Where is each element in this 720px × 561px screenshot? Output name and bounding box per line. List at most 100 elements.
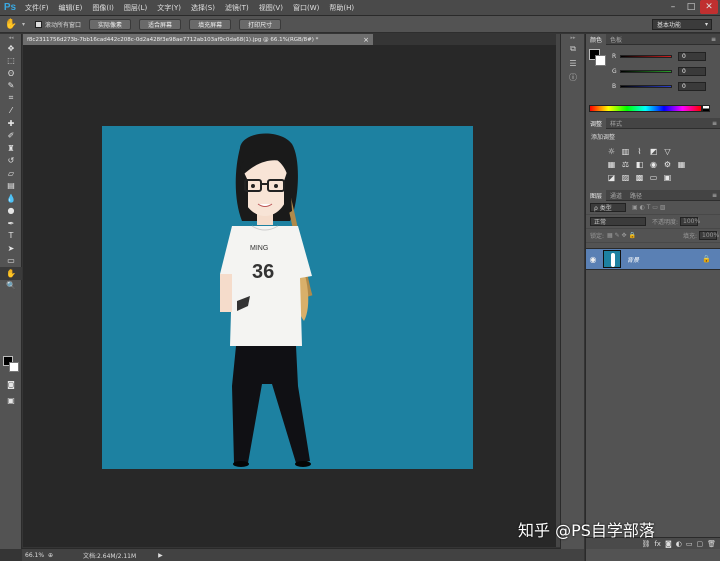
- status-menu-arrow[interactable]: ▶: [158, 552, 163, 559]
- tab-styles[interactable]: 样式: [606, 118, 626, 129]
- document-tab[interactable]: f8c2311756d273b-7bb16cad442c208c-0d2a428…: [23, 34, 373, 45]
- eraser-tool-icon[interactable]: ▱: [0, 167, 22, 180]
- selective-color-icon[interactable]: ▣: [662, 172, 673, 183]
- tab-color[interactable]: 颜色: [586, 33, 607, 45]
- fill-screen-button[interactable]: 填充屏幕: [189, 18, 232, 30]
- healing-brush-tool-icon[interactable]: ✚: [0, 117, 22, 130]
- hand-tool-icon[interactable]: ✋: [0, 19, 22, 30]
- panel-menu-icon[interactable]: ≡: [711, 36, 720, 43]
- close-tab-icon[interactable]: ×: [363, 36, 369, 44]
- clone-stamp-tool-icon[interactable]: ♜: [0, 142, 22, 155]
- info-panel-icon[interactable]: ⓘ: [561, 70, 585, 84]
- color-panel-swatches[interactable]: [589, 49, 607, 67]
- document-canvas[interactable]: 36 MING: [102, 126, 473, 469]
- green-slider[interactable]: [620, 69, 672, 73]
- black-white-swatch[interactable]: [702, 105, 710, 112]
- posterize-icon[interactable]: ▨: [620, 172, 631, 183]
- eyedropper-tool-icon[interactable]: ⁄: [0, 105, 22, 118]
- pen-tool-icon[interactable]: ✒: [0, 217, 22, 230]
- delete-layer-icon[interactable]: 🗑: [707, 540, 716, 548]
- zoom-tool-icon[interactable]: 🔍: [0, 280, 22, 293]
- tool-preset-dropdown-icon[interactable]: ▾: [22, 21, 25, 28]
- invert-icon[interactable]: ◪: [606, 172, 617, 183]
- background-color-swatch[interactable]: [595, 55, 606, 66]
- menu-type[interactable]: 文字(Y): [152, 3, 186, 13]
- maximize-button[interactable]: □: [682, 0, 700, 14]
- tab-adjustments[interactable]: 调整: [586, 117, 607, 129]
- brightness-icon[interactable]: ☼: [606, 146, 617, 157]
- menu-help[interactable]: 帮助(H): [324, 3, 359, 13]
- fit-screen-button[interactable]: 适合屏幕: [139, 18, 182, 30]
- color-spectrum-bar[interactable]: [589, 105, 702, 112]
- workspace-select[interactable]: 基本功能 ▾: [652, 19, 712, 30]
- new-layer-icon[interactable]: ▢: [696, 540, 703, 548]
- background-color-swatch[interactable]: [9, 362, 19, 372]
- layer-row-background[interactable]: ◉ 背景 🔒: [586, 248, 720, 270]
- eye-icon[interactable]: ◉: [586, 255, 600, 264]
- vibrance-icon[interactable]: ▽: [662, 146, 673, 157]
- black-white-icon[interactable]: ◧: [634, 159, 645, 170]
- blue-slider[interactable]: [620, 84, 672, 88]
- photo-filter-icon[interactable]: ◉: [648, 159, 659, 170]
- gradient-tool-icon[interactable]: ▤: [0, 180, 22, 193]
- history-brush-tool-icon[interactable]: ↺: [0, 155, 22, 168]
- levels-icon[interactable]: ▥: [620, 146, 631, 157]
- panel-menu-icon[interactable]: ≡: [712, 120, 720, 127]
- type-tool-icon[interactable]: T: [0, 230, 22, 243]
- red-slider[interactable]: [620, 54, 672, 58]
- blue-value-input[interactable]: 0: [678, 81, 706, 91]
- zoom-level-field[interactable]: 66.1%: [22, 552, 48, 559]
- menu-view[interactable]: 视图(V): [254, 3, 288, 13]
- crop-tool-icon[interactable]: ⌗: [0, 92, 22, 105]
- gradient-map-icon[interactable]: ▭: [648, 172, 659, 183]
- menu-filter[interactable]: 滤镜(T): [220, 3, 254, 13]
- screen-mode-icon[interactable]: ▣: [0, 394, 22, 407]
- layer-style-icon[interactable]: fx: [654, 540, 661, 548]
- tab-layers[interactable]: 图层: [586, 189, 607, 201]
- actual-pixels-button[interactable]: 实际像素: [89, 18, 132, 30]
- hue-saturation-icon[interactable]: ▦: [606, 159, 617, 170]
- color-lookup-icon[interactable]: ▦: [676, 159, 687, 170]
- scroll-all-windows-checkbox[interactable]: 滚动所有窗口: [35, 20, 81, 29]
- layer-filter-select[interactable]: ρ 类型: [590, 203, 626, 212]
- properties-panel-icon[interactable]: ☰: [561, 56, 585, 70]
- exposure-icon[interactable]: ◩: [648, 146, 659, 157]
- tab-channels[interactable]: 通道: [606, 190, 626, 201]
- close-button[interactable]: ✕: [700, 0, 718, 14]
- brush-tool-icon[interactable]: ✐: [0, 130, 22, 143]
- menu-layer[interactable]: 图层(L): [119, 3, 152, 13]
- menu-select[interactable]: 选择(S): [186, 3, 220, 13]
- path-select-tool-icon[interactable]: ➤: [0, 242, 22, 255]
- shape-tool-icon[interactable]: ▭: [0, 255, 22, 268]
- filter-icons[interactable]: ▣ ◐ T ▭ ▧: [632, 204, 666, 211]
- marquee-tool-icon[interactable]: ⬚: [0, 55, 22, 68]
- curves-icon[interactable]: ⌇: [634, 146, 645, 157]
- minimize-button[interactable]: –: [664, 0, 682, 14]
- new-group-icon[interactable]: ▭: [686, 540, 693, 548]
- blend-mode-select[interactable]: 正常: [590, 217, 646, 226]
- toolbar-collapse-icon[interactable]: ◂◂: [0, 34, 22, 42]
- menu-file[interactable]: 文件(F): [20, 3, 54, 13]
- menu-image[interactable]: 图像(I): [87, 3, 119, 13]
- add-mask-icon[interactable]: ◙: [665, 540, 672, 548]
- panel-menu-icon[interactable]: ≡: [712, 192, 720, 199]
- dodge-tool-icon[interactable]: ●: [0, 205, 22, 218]
- status-info-icon[interactable]: ⊕: [48, 552, 53, 559]
- print-size-button[interactable]: 打印尺寸: [239, 18, 282, 30]
- red-value-input[interactable]: 0: [678, 51, 706, 61]
- layer-name[interactable]: 背景: [627, 255, 639, 264]
- green-value-input[interactable]: 0: [678, 66, 706, 76]
- move-tool-icon[interactable]: ✥: [0, 42, 22, 55]
- quick-select-tool-icon[interactable]: ✎: [0, 80, 22, 93]
- new-adjustment-icon[interactable]: ◐: [676, 540, 682, 548]
- checkbox-box[interactable]: [35, 20, 43, 28]
- menu-edit[interactable]: 编辑(E): [54, 3, 88, 13]
- menu-window[interactable]: 窗口(W): [288, 3, 324, 13]
- lock-icons[interactable]: ▦ ✎ ✥ 🔒: [607, 232, 636, 239]
- strip-collapse-icon[interactable]: ▸▸: [561, 34, 585, 42]
- channel-mixer-icon[interactable]: ⚙: [662, 159, 673, 170]
- tab-swatches[interactable]: 色板: [606, 34, 626, 45]
- quick-mask-icon[interactable]: ◙: [0, 378, 22, 391]
- tab-paths[interactable]: 路径: [626, 190, 646, 201]
- hand-tool-icon[interactable]: ✋: [0, 267, 22, 280]
